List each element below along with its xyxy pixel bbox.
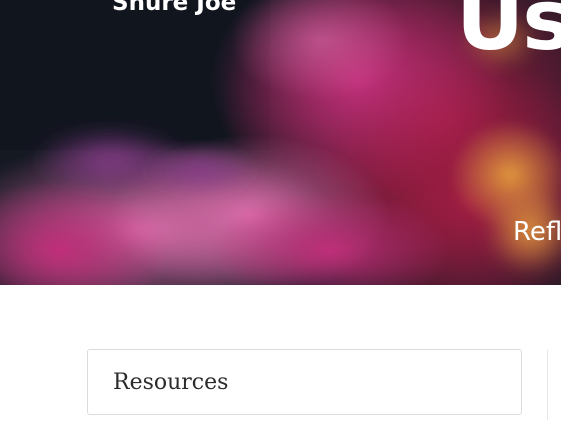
sidebar-divider	[547, 350, 548, 420]
site-name[interactable]: Shure Joe	[112, 0, 236, 18]
resources-heading: Resources	[113, 370, 229, 395]
hero-banner: Shure Joe Us Refl	[0, 0, 561, 285]
resources-panel: Resources	[87, 349, 522, 415]
page-title: Us	[456, 0, 561, 69]
page-subtitle: Refl	[513, 217, 561, 247]
